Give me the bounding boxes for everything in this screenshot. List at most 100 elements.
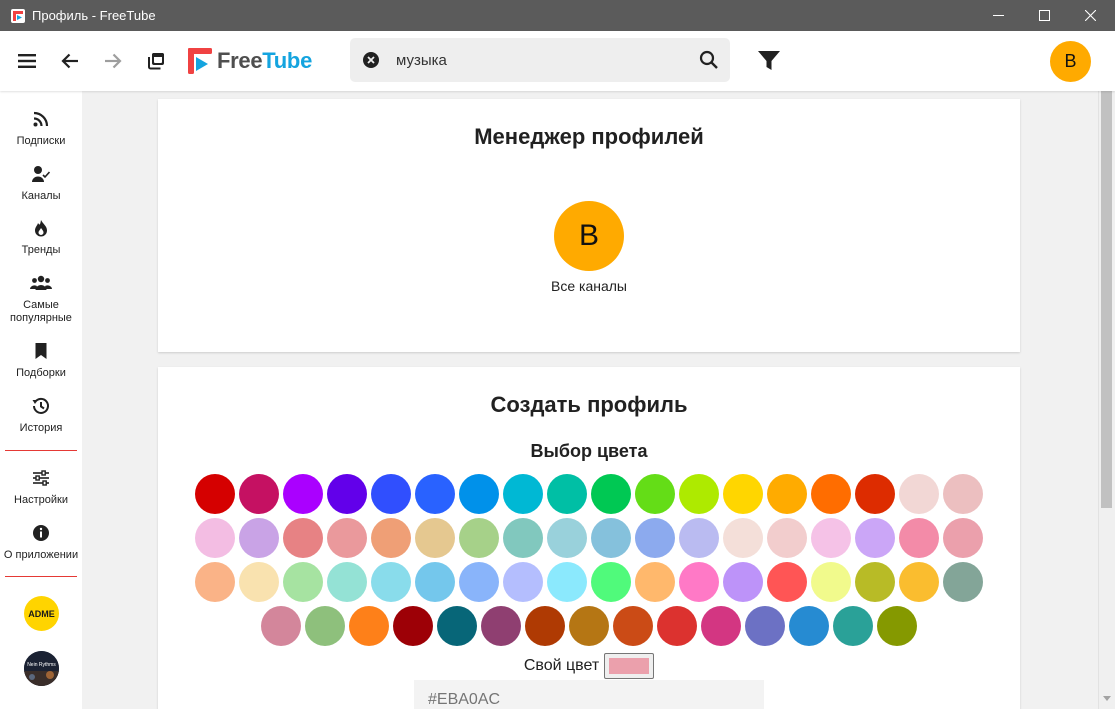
color-swatch[interactable] bbox=[943, 474, 983, 514]
color-swatch[interactable] bbox=[789, 606, 829, 646]
profile-bubble[interactable]: B bbox=[554, 201, 624, 271]
color-swatch[interactable] bbox=[855, 474, 895, 514]
color-swatch[interactable] bbox=[877, 606, 917, 646]
color-swatch[interactable] bbox=[899, 474, 939, 514]
channel-avatar-adme[interactable]: ADME bbox=[24, 596, 59, 631]
color-swatch[interactable] bbox=[899, 562, 939, 602]
color-swatch[interactable] bbox=[635, 562, 675, 602]
color-swatch[interactable] bbox=[679, 562, 719, 602]
maximize-button[interactable] bbox=[1021, 0, 1067, 31]
color-swatch[interactable] bbox=[767, 474, 807, 514]
color-swatch[interactable] bbox=[261, 606, 301, 646]
color-swatch[interactable] bbox=[327, 562, 367, 602]
sidebar-item-playlists[interactable]: Подборки bbox=[0, 342, 82, 380]
color-swatch[interactable] bbox=[591, 562, 631, 602]
color-swatch[interactable] bbox=[481, 606, 521, 646]
channel-avatar-nein-rythms[interactable]: Nein Rythms bbox=[24, 651, 59, 686]
color-swatch[interactable] bbox=[899, 518, 939, 558]
new-window-button[interactable] bbox=[141, 31, 171, 91]
color-swatch[interactable] bbox=[723, 474, 763, 514]
sidebar-item-about[interactable]: О приложении bbox=[0, 524, 82, 562]
back-button[interactable] bbox=[55, 31, 85, 91]
color-swatch[interactable] bbox=[833, 606, 873, 646]
color-swatch[interactable] bbox=[745, 606, 785, 646]
color-swatch[interactable] bbox=[195, 562, 235, 602]
sidebar-item-settings[interactable]: Настройки bbox=[0, 469, 82, 507]
profile-name[interactable]: Все каналы bbox=[489, 278, 689, 294]
color-swatch[interactable] bbox=[371, 562, 411, 602]
freetube-logo[interactable]: FreeTube bbox=[188, 46, 312, 76]
color-swatch[interactable] bbox=[503, 518, 543, 558]
sidebar-item-channels[interactable]: Каналы bbox=[0, 165, 82, 203]
search-input[interactable] bbox=[396, 48, 686, 72]
color-swatch[interactable] bbox=[283, 518, 323, 558]
color-swatch[interactable] bbox=[459, 562, 499, 602]
color-swatch[interactable] bbox=[525, 606, 565, 646]
color-swatch[interactable] bbox=[811, 518, 851, 558]
custom-color-picker[interactable] bbox=[604, 653, 655, 679]
sidebar-item-history[interactable]: История bbox=[0, 397, 82, 435]
color-swatch[interactable] bbox=[723, 518, 763, 558]
color-swatch[interactable] bbox=[371, 518, 411, 558]
color-swatch[interactable] bbox=[943, 518, 983, 558]
color-swatch[interactable] bbox=[195, 518, 235, 558]
color-swatch[interactable] bbox=[679, 474, 719, 514]
color-swatch[interactable] bbox=[547, 518, 587, 558]
scroll-down-arrow[interactable] bbox=[1101, 691, 1112, 705]
clear-search-icon[interactable] bbox=[362, 51, 380, 69]
color-swatch[interactable] bbox=[569, 606, 609, 646]
color-picker-label: Выбор цвета bbox=[530, 441, 648, 461]
hex-color-input[interactable] bbox=[414, 680, 764, 709]
color-swatch[interactable] bbox=[811, 562, 851, 602]
color-swatch[interactable] bbox=[459, 518, 499, 558]
color-swatch[interactable] bbox=[767, 562, 807, 602]
color-swatch[interactable] bbox=[591, 518, 631, 558]
color-swatch[interactable] bbox=[591, 474, 631, 514]
color-swatch[interactable] bbox=[239, 562, 279, 602]
color-swatch[interactable] bbox=[635, 474, 675, 514]
color-swatch[interactable] bbox=[393, 606, 433, 646]
color-swatch[interactable] bbox=[503, 474, 543, 514]
color-swatch[interactable] bbox=[437, 606, 477, 646]
profile-avatar-button[interactable]: B bbox=[1050, 41, 1091, 82]
color-swatch[interactable] bbox=[547, 562, 587, 602]
color-swatch[interactable] bbox=[459, 474, 499, 514]
color-swatch[interactable] bbox=[415, 562, 455, 602]
color-swatch[interactable] bbox=[239, 518, 279, 558]
sidebar-item-subscriptions[interactable]: Подписки bbox=[0, 110, 82, 148]
menu-toggle-button[interactable] bbox=[12, 31, 42, 91]
color-swatch[interactable] bbox=[855, 562, 895, 602]
color-swatch[interactable] bbox=[613, 606, 653, 646]
color-swatch[interactable] bbox=[371, 474, 411, 514]
color-swatch[interactable] bbox=[239, 474, 279, 514]
color-swatch[interactable] bbox=[283, 562, 323, 602]
color-swatch[interactable] bbox=[327, 518, 367, 558]
color-swatch[interactable] bbox=[657, 606, 697, 646]
color-swatch[interactable] bbox=[701, 606, 741, 646]
color-swatch[interactable] bbox=[195, 474, 235, 514]
color-swatch[interactable] bbox=[767, 518, 807, 558]
sidebar-item-popular[interactable]: Самые популярные bbox=[0, 274, 82, 325]
color-swatch[interactable] bbox=[855, 518, 895, 558]
scrollbar-thumb[interactable] bbox=[1101, 52, 1112, 508]
sidebar-item-trending[interactable]: Тренды bbox=[0, 219, 82, 257]
color-swatch[interactable] bbox=[503, 562, 543, 602]
color-swatch[interactable] bbox=[327, 474, 367, 514]
color-swatch[interactable] bbox=[415, 474, 455, 514]
color-swatch[interactable] bbox=[283, 474, 323, 514]
color-swatch[interactable] bbox=[679, 518, 719, 558]
color-swatch[interactable] bbox=[547, 474, 587, 514]
color-swatch[interactable] bbox=[305, 606, 345, 646]
color-swatch[interactable] bbox=[811, 474, 851, 514]
sliders-icon bbox=[33, 470, 49, 486]
close-window-button[interactable] bbox=[1067, 0, 1113, 31]
filter-icon[interactable] bbox=[757, 50, 781, 72]
search-icon[interactable] bbox=[699, 50, 719, 70]
minimize-button[interactable] bbox=[975, 0, 1021, 31]
color-swatch[interactable] bbox=[349, 606, 389, 646]
color-swatch[interactable] bbox=[723, 562, 763, 602]
color-swatch[interactable] bbox=[635, 518, 675, 558]
forward-button[interactable] bbox=[98, 31, 128, 91]
color-swatch[interactable] bbox=[415, 518, 455, 558]
color-swatch[interactable] bbox=[943, 562, 983, 602]
